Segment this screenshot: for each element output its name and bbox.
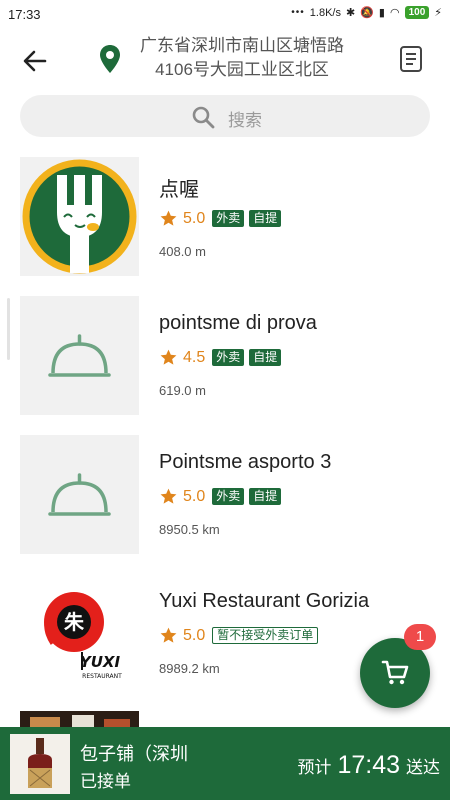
restaurant-image: 朱 YUXI RESTAURANT xyxy=(20,574,139,693)
charging-icon: ⚡ xyxy=(434,7,442,19)
search-placeholder: 搜索 xyxy=(228,111,262,130)
cloche-icon xyxy=(48,473,111,516)
restaurant-image xyxy=(20,296,139,415)
distance: 8950.5 km xyxy=(159,522,220,537)
svg-text:RESTAURANT: RESTAURANT xyxy=(82,673,122,680)
top-bar: 广东省深圳市南山区塘悟路 4106号大园工业区北区 xyxy=(0,32,450,90)
distance: 408.0 m xyxy=(159,244,206,259)
tag-delivery: 外卖 xyxy=(212,488,245,505)
location-pin-icon xyxy=(100,45,120,73)
star-icon xyxy=(160,210,177,226)
back-button[interactable] xyxy=(18,44,52,78)
tag-pickup: 自提 xyxy=(249,349,282,366)
tag-no-delivery: 暂不接受外卖订单 xyxy=(212,627,319,644)
eta-suffix: 送达 xyxy=(406,758,440,777)
shopping-cart-icon xyxy=(381,660,409,685)
search-bar[interactable]: 搜索 xyxy=(20,95,430,137)
mute-icon: 🔕 xyxy=(360,7,374,19)
svg-text:YUXI: YUXI xyxy=(80,653,121,671)
bluetooth-icon: ✱ xyxy=(345,7,356,19)
cloche-icon xyxy=(48,334,111,377)
yuxi-logo: 朱 YUXI RESTAURANT xyxy=(44,592,122,680)
bottle-image xyxy=(10,734,70,794)
search-icon xyxy=(192,106,215,129)
signal-icon: ▮ xyxy=(378,7,385,19)
rating-score: 5.0 xyxy=(183,626,206,644)
restaurant-name: pointsme di prova xyxy=(159,312,317,334)
orders-button[interactable] xyxy=(398,44,424,74)
distance: 8989.2 km xyxy=(159,661,220,676)
address-line-1: 广东省深圳市南山区塘悟路 xyxy=(140,36,344,55)
status-time: 17:33 xyxy=(8,7,41,22)
rating-score: 5.0 xyxy=(183,487,206,505)
eta-prefix: 预计 xyxy=(297,758,332,777)
delivery-address[interactable]: 广东省深圳市南山区塘悟路 4106号大园工业区北区 xyxy=(126,34,358,82)
restaurant-item[interactable]: pointsme di prova 4.5 外卖 自提 619.0 m xyxy=(0,296,450,416)
restaurant-name: Yuxi Restaurant Gorizia xyxy=(159,590,370,612)
star-icon xyxy=(160,488,177,504)
restaurant-image xyxy=(20,435,139,554)
star-icon xyxy=(160,349,177,365)
order-eta: 预计 17:43 送达 xyxy=(297,751,440,780)
tag-pickup: 自提 xyxy=(249,488,282,505)
distance: 619.0 m xyxy=(159,383,206,398)
svg-text:朱: 朱 xyxy=(64,610,85,634)
tag-delivery: 外卖 xyxy=(212,349,245,366)
order-shop-name: 包子铺（深圳 xyxy=(80,744,188,764)
star-icon xyxy=(160,627,177,643)
dianwo-logo xyxy=(22,159,137,274)
tag-delivery: 外卖 xyxy=(212,210,245,227)
rating-row: 5.0 外卖 自提 xyxy=(159,487,282,506)
rating-row: 4.5 外卖 自提 xyxy=(159,348,282,367)
restaurant-image xyxy=(20,157,139,276)
restaurant-name: 点喔 xyxy=(159,179,199,201)
notification-dots-icon: ••• xyxy=(291,7,305,18)
rating-row: 5.0 外卖 自提 xyxy=(159,209,282,228)
restaurant-name: Pointsme asporto 3 xyxy=(159,451,332,473)
order-thumbnail xyxy=(10,734,70,794)
active-order-bar[interactable]: 包子铺（深圳 已接单 预计 17:43 送达 xyxy=(0,727,450,800)
food-photo-partial xyxy=(20,711,139,727)
restaurant-item[interactable]: Pointsme asporto 3 5.0 外卖 自提 8950.5 km xyxy=(0,435,450,555)
restaurant-image-partial[interactable] xyxy=(20,711,139,727)
rating-score: 4.5 xyxy=(183,348,206,366)
arrow-left-icon xyxy=(23,50,47,72)
document-icon xyxy=(400,46,422,72)
restaurant-item[interactable]: 点喔 5.0 外卖 自提 408.0 m xyxy=(0,157,450,277)
order-status: 已接单 xyxy=(80,772,131,791)
address-line-2: 4106号大园工业区北区 xyxy=(155,60,329,79)
status-bar: 17:33 ••• 1.8K/s ✱ 🔕 ▮ ◠ 100 ⚡ xyxy=(0,0,450,32)
cart-count-badge: 1 xyxy=(404,624,436,650)
wifi-icon: ◠ xyxy=(389,7,400,19)
rating-row: 5.0 暂不接受外卖订单 xyxy=(159,626,319,645)
battery-icon: 100 xyxy=(404,6,430,19)
eta-time: 17:43 xyxy=(337,751,400,779)
tag-pickup: 自提 xyxy=(249,210,282,227)
network-speed: 1.8K/s xyxy=(309,6,341,19)
rating-score: 5.0 xyxy=(183,209,206,227)
